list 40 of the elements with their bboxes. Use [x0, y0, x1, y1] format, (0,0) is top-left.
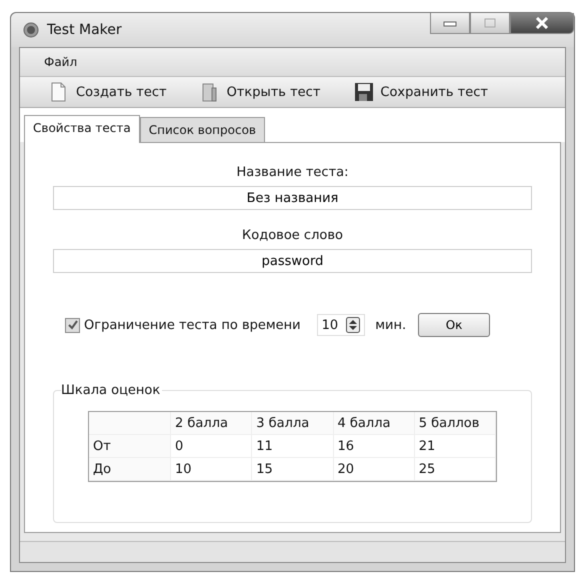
- table-cell[interactable]: 16: [334, 435, 415, 458]
- column-header: 3 балла: [252, 412, 334, 435]
- table-cell[interactable]: 15: [252, 458, 334, 481]
- table-cell[interactable]: 25: [414, 458, 496, 481]
- ok-button[interactable]: Ок: [418, 313, 490, 337]
- row-header: До: [89, 458, 171, 481]
- field-label: Кодовое слово: [241, 228, 344, 243]
- tab[interactable]: Свойства теста: [24, 115, 140, 143]
- toolbar-button[interactable]: Открыть тест: [198, 80, 322, 104]
- menu-item[interactable]: Файл: [40, 53, 82, 71]
- table-cell[interactable]: 20: [334, 458, 415, 481]
- column-header: 4 балла: [334, 412, 415, 435]
- column-header: 2 балла: [171, 412, 252, 435]
- checkbox[interactable]: [65, 318, 80, 332]
- checkbox-label: Ограничение теста по времени: [84, 318, 301, 332]
- minimize-icon: [443, 19, 457, 27]
- unit-label: мин.: [375, 318, 406, 332]
- column-header: 5 баллов: [414, 412, 496, 435]
- group-title: Шкала оценок: [61, 383, 162, 398]
- text-field[interactable]: password: [53, 249, 532, 273]
- minimize-button[interactable]: [430, 13, 470, 34]
- toolbar-button[interactable]: Сохранить тест: [352, 80, 490, 104]
- maximize-button[interactable]: [470, 13, 510, 34]
- spin-box[interactable]: 10: [316, 314, 366, 336]
- toolbar-button[interactable]: Создать тест: [48, 80, 169, 104]
- row-header: От: [89, 435, 171, 458]
- tab[interactable]: Список вопросов: [140, 117, 265, 142]
- close-button[interactable]: [510, 13, 574, 34]
- table-cell[interactable]: 0: [171, 435, 252, 458]
- app-icon: [23, 22, 39, 38]
- close-icon: [535, 17, 549, 29]
- window-title: Test Maker: [47, 22, 122, 38]
- text-field[interactable]: Без названия: [53, 186, 532, 210]
- table-cell[interactable]: 10: [171, 458, 252, 481]
- field-label: Название теста:: [236, 165, 350, 180]
- table-cell[interactable]: 11: [252, 435, 334, 458]
- checkmark-icon: [68, 320, 78, 330]
- table-cell[interactable]: 21: [414, 435, 496, 458]
- spin-arrows-icon: [346, 317, 360, 333]
- maximize-icon: [484, 18, 496, 28]
